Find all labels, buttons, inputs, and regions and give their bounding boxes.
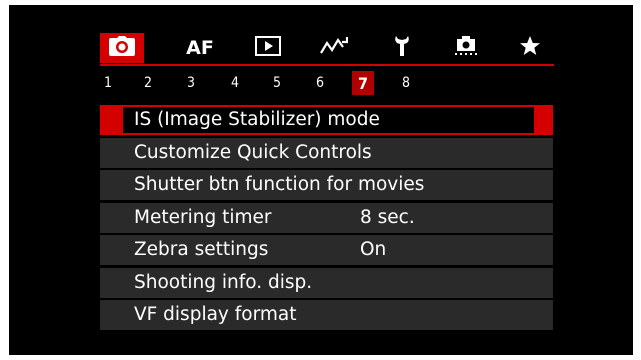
menu-item-is-mode[interactable]: IS (Image Stabilizer) mode <box>100 105 553 135</box>
tab-wireless[interactable] <box>312 33 356 63</box>
tab-af-label: AF <box>186 37 214 59</box>
page-3[interactable]: 3 <box>180 71 202 95</box>
menu-item-value: On <box>360 239 387 260</box>
page-4[interactable]: 4 <box>224 71 246 95</box>
menu-item-shutter-btn-function[interactable]: Shutter btn function for movies <box>100 170 553 200</box>
menu-item-label: IS (Image Stabilizer) mode <box>134 109 380 130</box>
menu-item-value: 8 sec. <box>360 206 415 228</box>
menu-item-label: Shooting info. disp. <box>134 271 313 293</box>
menu-item-label: Metering timer <box>134 206 272 228</box>
page-5[interactable]: 5 <box>266 71 288 95</box>
menu-item-label: Zebra settings <box>134 239 269 260</box>
menu-item-label: Shutter btn function for movies <box>134 174 425 195</box>
wrench-icon <box>392 35 412 62</box>
menu-item-zebra-settings[interactable]: Zebra settings On <box>100 235 553 265</box>
page-2[interactable]: 2 <box>137 71 159 95</box>
star-icon <box>519 35 541 62</box>
tab-underline <box>100 64 554 66</box>
menu-item-metering-timer[interactable]: Metering timer 8 sec. <box>100 202 553 233</box>
playback-icon <box>255 35 281 61</box>
custom-function-icon <box>453 35 479 62</box>
camera-menu-screen: AF 1 2 3 4 5 6 7 8 IS (Image Stabilizer)… <box>9 5 633 355</box>
menu-item-vf-display-format[interactable]: VF display format <box>100 300 553 330</box>
page-6[interactable]: 6 <box>309 71 331 95</box>
tab-shooting[interactable] <box>100 33 144 63</box>
menu-item-customize-quick-controls[interactable]: Customize Quick Controls <box>100 137 553 168</box>
tab-setup[interactable] <box>380 33 424 63</box>
menu-item-label: VF display format <box>134 304 297 325</box>
tab-custom-functions[interactable] <box>444 33 488 63</box>
page-1[interactable]: 1 <box>97 71 119 95</box>
tab-playback[interactable] <box>246 33 290 63</box>
menu-item-shooting-info-disp[interactable]: Shooting info. disp. <box>100 267 553 298</box>
wireless-icon <box>320 36 349 61</box>
camera-icon <box>109 35 135 61</box>
tab-af[interactable]: AF <box>178 33 222 63</box>
menu-list: IS (Image Stabilizer) mode Customize Qui… <box>100 105 553 333</box>
page-7[interactable]: 7 <box>352 71 374 95</box>
page-8[interactable]: 8 <box>395 71 417 95</box>
menu-item-label: Customize Quick Controls <box>134 141 372 163</box>
tab-my-menu[interactable] <box>508 33 552 63</box>
menu-tab-bar: AF <box>100 31 563 63</box>
page-indicator: 1 2 3 4 5 6 7 8 <box>100 71 500 95</box>
